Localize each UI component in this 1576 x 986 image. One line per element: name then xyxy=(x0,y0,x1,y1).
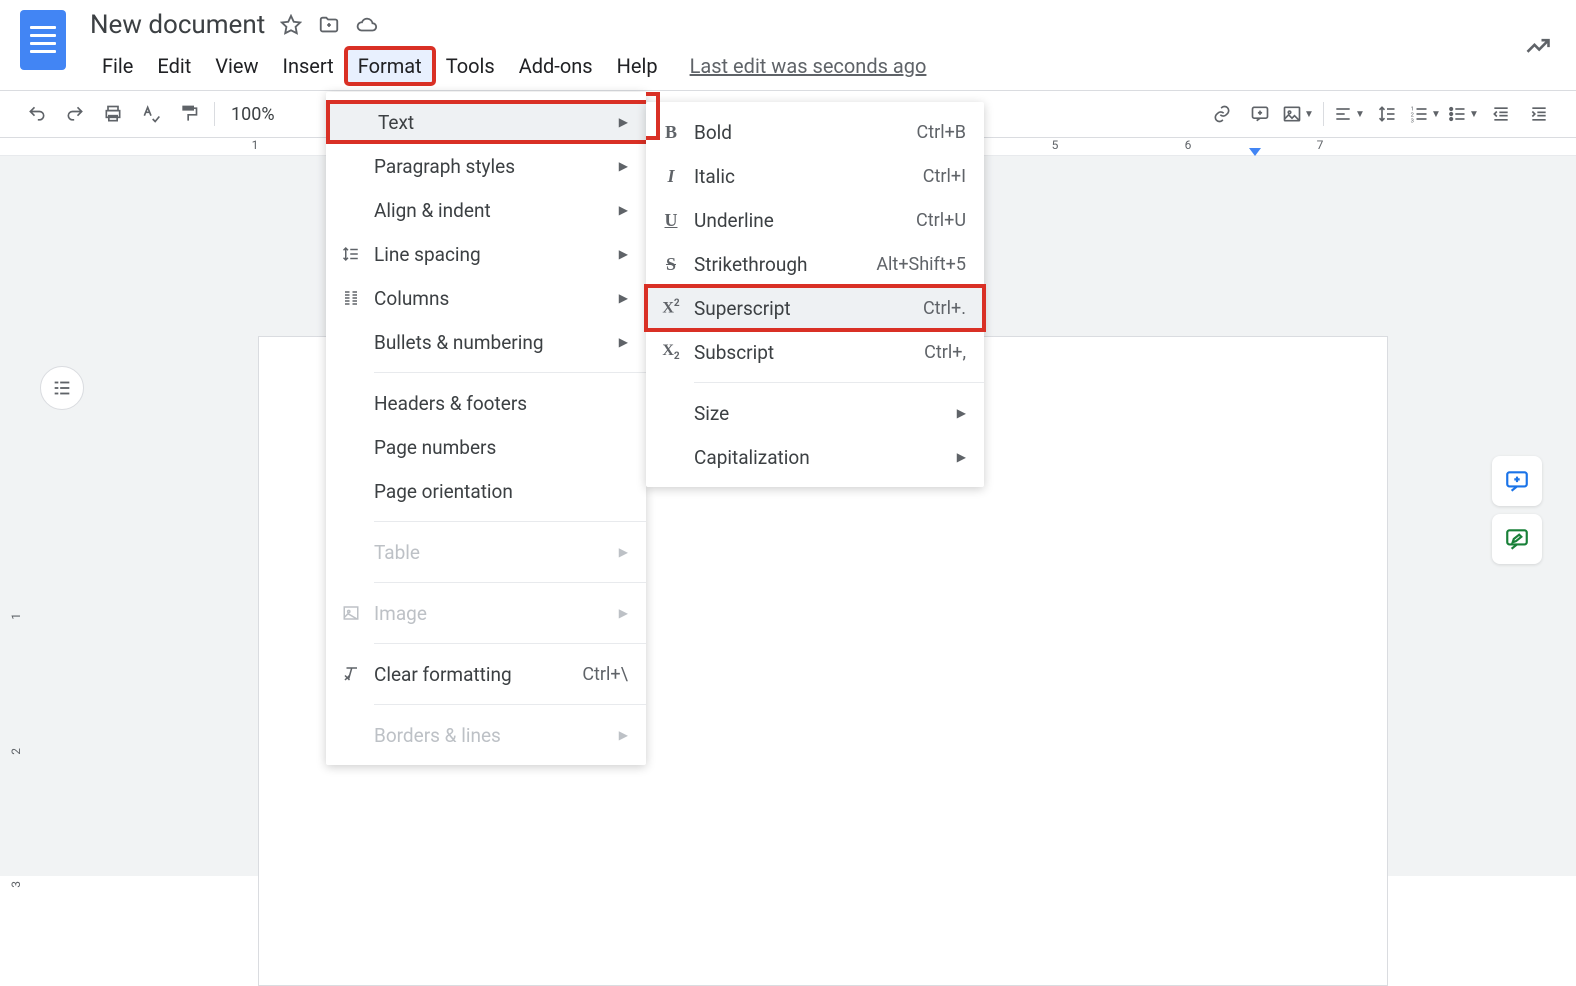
move-to-folder-icon[interactable] xyxy=(317,13,341,37)
menu-tools[interactable]: Tools xyxy=(434,48,507,84)
format-columns-item[interactable]: Columns▶ xyxy=(326,276,646,320)
add-comment-fab[interactable] xyxy=(1492,456,1542,506)
add-comment-button[interactable] xyxy=(1243,97,1277,131)
spellcheck-button[interactable] xyxy=(134,97,168,131)
menu-help[interactable]: Help xyxy=(605,48,670,84)
zoom-select[interactable]: 100% xyxy=(223,104,283,125)
format-bullets-item[interactable]: Bullets & numbering▶ xyxy=(326,320,646,364)
columns-icon xyxy=(340,289,362,307)
separator xyxy=(374,643,646,644)
clear-formatting-icon xyxy=(340,665,362,683)
separator xyxy=(374,372,646,373)
format-dropdown: Text▶ Paragraph styles▶ Align & indent▶ … xyxy=(326,92,646,765)
menu-format[interactable]: Format xyxy=(346,48,434,84)
separator xyxy=(214,102,215,126)
paint-format-button[interactable] xyxy=(172,97,206,131)
text-submenu: B BoldCtrl+B I ItalicCtrl+I U UnderlineC… xyxy=(646,102,984,487)
vertical-ruler[interactable]: 1 2 3 xyxy=(0,156,20,876)
subscript-icon: X2 xyxy=(660,342,682,362)
format-clear-item[interactable]: Clear formattingCtrl+\ xyxy=(326,652,646,696)
text-subscript-item[interactable]: X2 SubscriptCtrl+, xyxy=(646,330,984,374)
bold-icon: B xyxy=(660,122,682,143)
text-italic-item[interactable]: I ItalicCtrl+I xyxy=(646,154,984,198)
increase-indent-button[interactable] xyxy=(1522,97,1556,131)
undo-button[interactable] xyxy=(20,97,54,131)
text-size-item[interactable]: Size▶ xyxy=(646,391,984,435)
superscript-icon: X2 xyxy=(660,298,682,317)
text-bold-item[interactable]: B BoldCtrl+B xyxy=(646,110,984,154)
format-table-item: Table▶ xyxy=(326,530,646,574)
italic-icon: I xyxy=(660,166,682,187)
format-headers-item[interactable]: Headers & footers xyxy=(326,381,646,425)
format-page-orientation-item[interactable]: Page orientation xyxy=(326,469,646,513)
separator xyxy=(374,704,646,705)
underline-icon: U xyxy=(660,210,682,231)
bulleted-list-button[interactable]: ▼ xyxy=(1446,97,1480,131)
separator xyxy=(374,582,646,583)
separator xyxy=(374,521,646,522)
insert-image-button[interactable]: ▼ xyxy=(1281,97,1315,131)
strikethrough-icon: S xyxy=(660,254,682,275)
suggest-edits-fab[interactable] xyxy=(1492,514,1542,564)
format-line-spacing-item[interactable]: Line spacing▶ xyxy=(326,232,646,276)
separator xyxy=(1323,102,1324,126)
activity-icon[interactable] xyxy=(1524,32,1552,60)
cloud-status-icon[interactable] xyxy=(355,13,379,37)
line-spacing-button[interactable] xyxy=(1370,97,1404,131)
menu-file[interactable]: File xyxy=(90,48,145,84)
line-spacing-icon xyxy=(340,245,362,263)
ruler-tick-7: 7 xyxy=(1317,138,1324,152)
document-outline-button[interactable] xyxy=(40,366,84,410)
star-icon[interactable] xyxy=(279,13,303,37)
ruler-tick-6: 6 xyxy=(1185,138,1192,152)
image-icon xyxy=(340,604,362,622)
ruler-tick-1: 1 xyxy=(252,138,259,152)
menu-view[interactable]: View xyxy=(203,48,270,84)
last-edit-link[interactable]: Last edit was seconds ago xyxy=(690,54,927,78)
align-button[interactable]: ▼ xyxy=(1332,97,1366,131)
format-page-numbers-item[interactable]: Page numbers xyxy=(326,425,646,469)
format-borders-item: Borders & lines▶ xyxy=(326,713,646,757)
decrease-indent-button[interactable] xyxy=(1484,97,1518,131)
menubar: File Edit View Insert Format Tools Add-o… xyxy=(90,48,1556,84)
insert-link-button[interactable] xyxy=(1205,97,1239,131)
ruler-tick-5: 5 xyxy=(1052,138,1059,152)
print-button[interactable] xyxy=(96,97,130,131)
menu-addons[interactable]: Add-ons xyxy=(507,48,605,84)
text-superscript-item[interactable]: X2 SuperscriptCtrl+. xyxy=(646,286,984,330)
format-paragraph-item[interactable]: Paragraph styles▶ xyxy=(326,144,646,188)
redo-button[interactable] xyxy=(58,97,92,131)
numbered-list-button[interactable]: 123▼ xyxy=(1408,97,1442,131)
separator xyxy=(694,382,984,383)
text-underline-item[interactable]: U UnderlineCtrl+U xyxy=(646,198,984,242)
format-text-item[interactable]: Text▶ xyxy=(326,100,646,144)
ruler-indent-marker[interactable] xyxy=(1249,148,1261,156)
docs-logo[interactable] xyxy=(20,10,66,70)
menu-insert[interactable]: Insert xyxy=(271,48,346,84)
document-title[interactable]: New document xyxy=(90,10,265,40)
text-capitalization-item[interactable]: Capitalization▶ xyxy=(646,435,984,479)
format-image-item: Image▶ xyxy=(326,591,646,635)
menu-edit[interactable]: Edit xyxy=(145,48,203,84)
text-strikethrough-item[interactable]: S StrikethroughAlt+Shift+5 xyxy=(646,242,984,286)
format-align-item[interactable]: Align & indent▶ xyxy=(326,188,646,232)
svg-text:3: 3 xyxy=(1411,118,1414,124)
